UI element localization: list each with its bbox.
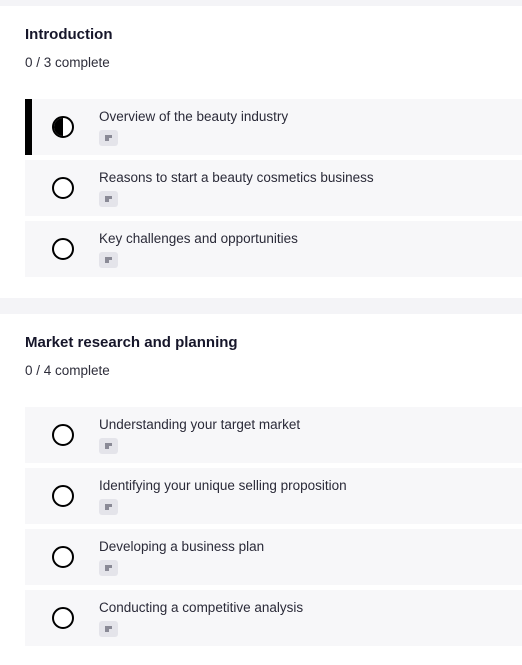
lesson-title: Overview of the beauty industry (99, 109, 289, 124)
text-lesson-icon (99, 130, 118, 146)
lesson-list: Understanding your target market Identif… (25, 407, 522, 651)
course-section-market-research: Market research and planning 0 / 4 compl… (0, 314, 522, 665)
lesson-title: Reasons to start a beauty cosmetics busi… (99, 170, 374, 185)
text-lesson-icon (99, 252, 118, 268)
course-section-introduction: Introduction 0 / 3 complete Overview of … (0, 6, 522, 298)
section-title: Introduction (25, 26, 113, 43)
section-title: Market research and planning (25, 334, 238, 351)
text-lesson-icon (99, 499, 118, 515)
lesson-title: Conducting a competitive analysis (99, 600, 304, 615)
lesson-item[interactable]: Key challenges and opportunities (25, 221, 522, 277)
text-lesson-icon (99, 560, 118, 576)
not-started-status-icon (52, 607, 74, 629)
text-lesson-icon (99, 621, 118, 637)
not-started-status-icon (52, 485, 74, 507)
lesson-title: Identifying your unique selling proposit… (99, 478, 347, 493)
lesson-title: Key challenges and opportunities (99, 231, 298, 246)
active-lesson-indicator (25, 99, 32, 155)
not-started-status-icon (52, 177, 74, 199)
text-lesson-icon (99, 438, 118, 454)
not-started-status-icon (52, 424, 74, 446)
in-progress-status-icon (52, 116, 74, 138)
not-started-status-icon (52, 546, 74, 568)
not-started-status-icon (52, 238, 74, 260)
lesson-list: Overview of the beauty industry Reasons … (25, 99, 522, 282)
lesson-title: Developing a business plan (99, 539, 265, 554)
lesson-item[interactable]: Understanding your target market (25, 407, 522, 463)
lesson-item[interactable]: Developing a business plan (25, 529, 522, 585)
lesson-item[interactable]: Overview of the beauty industry (25, 99, 522, 155)
lesson-item[interactable]: Conducting a competitive analysis (25, 590, 522, 646)
lesson-item[interactable]: Identifying your unique selling proposit… (25, 468, 522, 524)
section-progress: 0 / 3 complete (25, 55, 110, 70)
lesson-title: Understanding your target market (99, 417, 301, 432)
lesson-item[interactable]: Reasons to start a beauty cosmetics busi… (25, 160, 522, 216)
section-progress: 0 / 4 complete (25, 363, 110, 378)
text-lesson-icon (99, 191, 118, 207)
